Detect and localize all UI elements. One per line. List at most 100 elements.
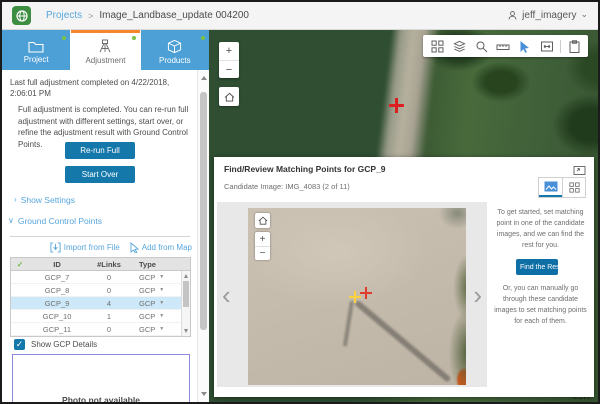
candidate-image-label: Candidate Image: IMG_4083 (2 of 11) (224, 182, 350, 191)
dropdown-icon[interactable]: ▼ (159, 300, 164, 306)
scroll-down-icon[interactable] (201, 392, 207, 396)
dropdown-icon[interactable]: ▼ (159, 274, 164, 280)
app-window: Projects > Image_Landbase_update 004200 … (0, 0, 600, 404)
add-from-map-label: Add from Map (142, 243, 192, 252)
scroll-up-icon[interactable] (184, 274, 188, 278)
select-gcp-tool-active[interactable] (514, 35, 536, 57)
rerun-full-button[interactable]: Re-run Full (65, 142, 135, 159)
panel-title: Find/Review Matching Points for GCP_9 (224, 164, 386, 174)
search-tool[interactable] (470, 35, 492, 57)
image-zoom-in-button[interactable]: + (255, 232, 270, 246)
show-gcp-details-label: Show GCP Details (31, 340, 97, 349)
image-icon (544, 181, 558, 192)
gcp-type: GCP (139, 325, 155, 334)
top-bar: Projects > Image_Landbase_update 004200 … (2, 2, 598, 30)
folder-icon (28, 40, 44, 53)
popout-icon (573, 164, 586, 175)
view-toggle-group (538, 177, 586, 198)
next-image-button[interactable]: › (473, 282, 482, 308)
breadcrumb-projects-link[interactable]: Projects (46, 10, 82, 21)
gcp-id: GCP_8 (29, 286, 85, 295)
tab-products[interactable]: Products (141, 30, 209, 70)
esri-logo-icon[interactable] (12, 6, 31, 25)
dropdown-icon[interactable]: ▼ (159, 287, 164, 293)
panel-scrollbar[interactable] (197, 70, 209, 402)
pole-shadow-leg (343, 301, 354, 347)
gcp-links: 1 (85, 312, 133, 321)
gcp-id: GCP_10 (29, 312, 85, 321)
projected-point-red-cross (360, 287, 372, 299)
chevron-down-icon: ⌄ (580, 9, 588, 20)
divider (10, 236, 190, 237)
gcp-table-header: ✓ ID #Links Type (11, 258, 190, 271)
zoom-out-button[interactable]: − (219, 60, 239, 78)
cursor-icon (130, 242, 139, 253)
table-row[interactable]: GCP_10 1 GCP ▼ (11, 310, 190, 323)
matching-points-panel: Find/Review Matching Points for GCP_9 Ca… (214, 157, 594, 397)
clipboard-tool[interactable] (563, 35, 585, 57)
scrollbar-thumb[interactable] (183, 281, 189, 307)
table-row[interactable]: GCP_11 0 GCP▼ (11, 323, 190, 336)
status-dot-icon (201, 36, 205, 40)
measure-tool[interactable] (492, 35, 514, 57)
scrollbar-thumb[interactable] (200, 92, 207, 330)
show-settings-toggle[interactable]: › Show Settings (14, 195, 75, 205)
tab-products-label: Products (159, 56, 191, 65)
scroll-up-icon[interactable] (201, 76, 207, 80)
pole-shadow (354, 300, 451, 383)
import-icon (50, 242, 61, 253)
scroll-down-icon[interactable] (184, 329, 188, 333)
table-row[interactable]: GCP_7 0 GCP▼ (11, 271, 190, 284)
user-menu[interactable]: jeff_imagery ⌄ (507, 10, 588, 21)
show-settings-label: Show Settings (21, 195, 75, 205)
toolbar-divider (560, 40, 561, 53)
check-icon: ✓ (11, 260, 29, 269)
gcp-links: 0 (85, 325, 133, 334)
ruler-icon (496, 40, 510, 53)
col-id: ID (29, 260, 85, 269)
search-icon (475, 40, 488, 53)
gcp-type: GCP (139, 273, 155, 282)
table-row-selected[interactable]: GCP_9 4 GCP▼ (11, 297, 190, 310)
import-from-file-link[interactable]: Import from File (50, 242, 120, 253)
gallery-view-toggle[interactable] (562, 178, 585, 197)
tab-project[interactable]: Project (2, 30, 70, 70)
project-title: Image_Landbase_update 004200 (99, 10, 249, 21)
start-over-button[interactable]: Start Over (65, 166, 135, 183)
dropdown-icon[interactable]: ▼ (159, 326, 164, 332)
basemap-layers-tool[interactable] (448, 35, 470, 57)
tab-adjustment[interactable]: Adjustment (71, 30, 139, 70)
gcp-links: 0 (85, 286, 133, 295)
instruction-text-1: To get started, set matching point in on… (487, 208, 594, 251)
extent-tool[interactable] (536, 35, 558, 57)
show-gcp-details-checkbox[interactable]: ✓ (14, 339, 25, 350)
instructions-column: To get started, set matching point in on… (487, 202, 594, 328)
image-home-button[interactable] (255, 213, 270, 228)
grid-icon (431, 40, 444, 53)
add-from-map-link[interactable]: Add from Map (130, 242, 192, 253)
gcp-table: ✓ ID #Links Type GCP_7 0 GCP▼ GCP_8 0 GC… (10, 257, 191, 337)
image-zoom-control: + − (255, 232, 270, 260)
gcp-section-toggle[interactable]: ∨ Ground Control Points (8, 216, 102, 226)
table-row[interactable]: GCP_8 0 GCP▼ (11, 284, 190, 297)
previous-image-button[interactable]: ‹ (222, 282, 231, 308)
home-extent-button[interactable] (219, 87, 239, 106)
gcp-type: GCP (139, 312, 155, 321)
find-the-rest-button[interactable]: Find the Rest (516, 259, 558, 275)
single-image-view-toggle[interactable] (539, 178, 562, 197)
user-icon (507, 10, 518, 21)
map-toolbar (423, 35, 588, 57)
cube-icon (167, 39, 182, 54)
candidate-image[interactable]: + − (248, 208, 466, 385)
col-links: #Links (85, 260, 133, 269)
gcp-marker-red-cross[interactable] (389, 98, 404, 113)
tab-bar: Project Adjustment Products (2, 30, 209, 70)
dropdown-icon[interactable]: ▼ (159, 313, 164, 319)
home-icon (258, 216, 268, 225)
thumbnail-grid-tool[interactable] (426, 35, 448, 57)
map-view[interactable]: + − (209, 30, 598, 402)
table-scrollbar[interactable] (181, 271, 190, 336)
import-from-file-label: Import from File (64, 243, 120, 252)
image-zoom-out-button[interactable]: − (255, 246, 270, 260)
zoom-in-button[interactable]: + (219, 42, 239, 60)
